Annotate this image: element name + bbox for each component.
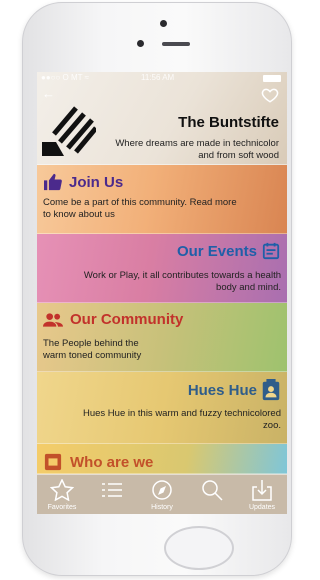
- hues-hue-title: Hues Hue: [187, 382, 257, 399]
- earpiece-speaker: [162, 42, 190, 46]
- join-us-description: Come be a part of this community. Read m…: [43, 197, 237, 220]
- section-our-community[interactable]: Our Community The People behind the warm…: [37, 303, 287, 372]
- brand-header: ← The Buntstifte Where dreams are made i…: [37, 72, 287, 165]
- tab-favorites-label: Favorites: [47, 504, 77, 511]
- tab-history[interactable]: History: [137, 475, 187, 514]
- app-screen: ●●○○ O MT ≈ 11:56 AM ← The Buntstifte Wh…: [37, 72, 287, 514]
- hues-hue-description: Hues Hue in this warm and fuzzy technico…: [82, 408, 281, 431]
- brand-logo: [42, 106, 96, 156]
- tab-favorites[interactable]: Favorites: [37, 475, 87, 514]
- section-who-are-we[interactable]: Who are we: [37, 444, 287, 474]
- section-join-us[interactable]: Join Us Come be a part of this community…: [37, 165, 287, 234]
- tab-list[interactable]: [87, 475, 137, 514]
- star-icon: [50, 479, 74, 501]
- thumbs-up-icon: [44, 173, 62, 191]
- tab-updates[interactable]: Updates: [237, 475, 287, 514]
- back-arrow-icon[interactable]: ←: [42, 86, 55, 101]
- proximity-sensor: [137, 40, 144, 47]
- home-button[interactable]: [164, 526, 234, 570]
- status-time: 11:56 AM: [141, 73, 175, 82]
- download-icon: [252, 480, 272, 501]
- our-community-title: Our Community: [70, 311, 184, 328]
- who-are-we-title: Who are we: [70, 454, 154, 471]
- carrier-signal: ●●○○ O MT ≈: [41, 73, 90, 82]
- tab-search[interactable]: [187, 475, 237, 514]
- our-events-description: Work or Play, it all contributes towards…: [83, 270, 281, 293]
- top-bar: ←: [37, 84, 287, 106]
- join-us-title: Join Us: [69, 174, 124, 191]
- our-events-title: Our Events: [176, 243, 257, 260]
- brand-subtitle: Where dreams are made in technicolor and…: [115, 138, 279, 161]
- info-icon: [44, 453, 62, 471]
- compass-icon: [152, 480, 172, 500]
- brand-title: The Buntstifte: [178, 114, 279, 131]
- calendar-icon: [262, 242, 280, 260]
- list-icon: [102, 483, 122, 497]
- contact-icon: [262, 379, 280, 401]
- people-icon: [43, 313, 63, 327]
- heart-icon[interactable]: [261, 86, 279, 104]
- tab-history-label: History: [151, 504, 173, 511]
- front-camera: [160, 20, 167, 27]
- tab-bar: Favorites History Updates: [37, 474, 287, 514]
- battery-icon: [263, 75, 281, 82]
- section-hues-hue[interactable]: Hues Hue Hues Hue in this warm and fuzzy…: [37, 372, 287, 444]
- tab-updates-label: Updates: [248, 504, 276, 511]
- our-community-description: The People behind the warm toned communi…: [43, 338, 142, 361]
- status-bar: ●●○○ O MT ≈ 11:56 AM: [37, 72, 287, 84]
- search-icon: [202, 480, 223, 501]
- section-our-events[interactable]: Our Events Work or Play, it all contribu…: [37, 234, 287, 303]
